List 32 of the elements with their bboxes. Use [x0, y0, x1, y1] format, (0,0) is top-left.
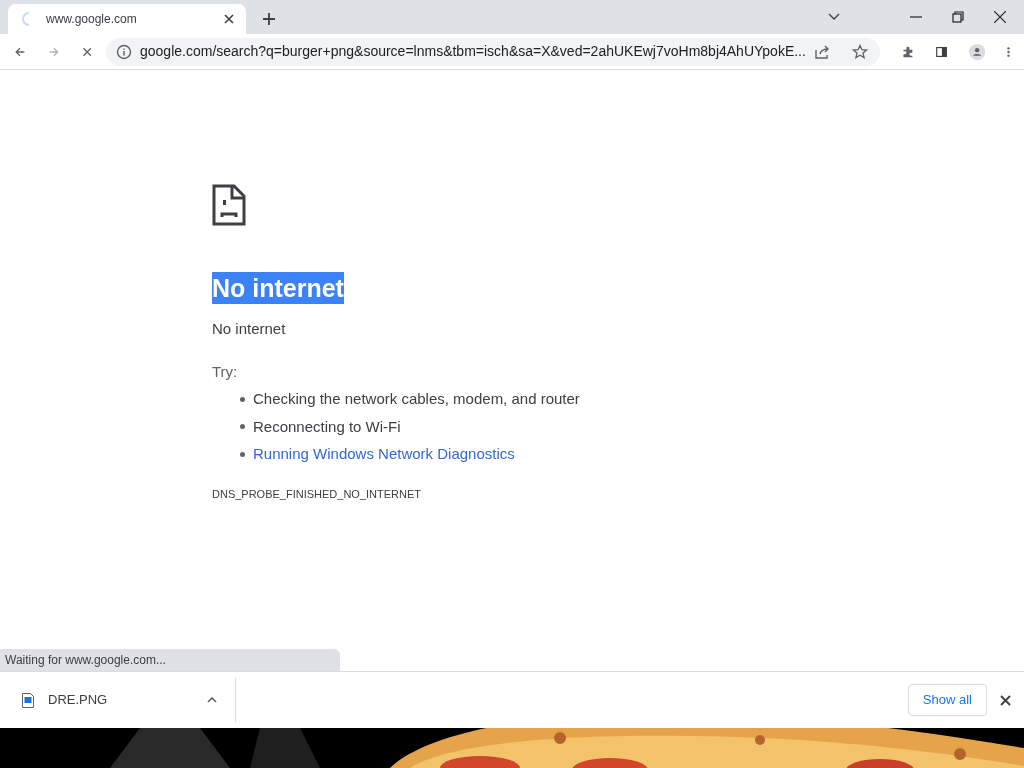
close-icon[interactable] — [1000, 694, 1011, 706]
side-panel-icon[interactable] — [935, 44, 947, 59]
close-icon[interactable] — [224, 14, 234, 24]
download-item[interactable]: DRE.PNG — [0, 678, 236, 722]
error-message: No internet — [212, 319, 286, 339]
new-tab-icon[interactable] — [262, 12, 276, 26]
close-window-icon[interactable] — [994, 11, 1006, 23]
url-text: google.com/search?q=burger+png&source=lnms&tbm=isch&sa=X&ved=2ahUKEwj7voHm8bj4AhUYpokE... — [140, 42, 806, 61]
bullet-icon — [240, 424, 245, 430]
bullet-icon — [240, 396, 245, 402]
address-bar[interactable]: google.com/search?q=burger+png&source=lnms&tbm=isch&sa=X&ved=2ahUKEwj7voHm8bj4AhUYpokE... — [106, 37, 880, 66]
caret-up-icon[interactable] — [207, 697, 217, 703]
show-all-button[interactable]: Show all — [907, 684, 987, 716]
restore-icon[interactable] — [952, 11, 964, 23]
file-name: DRE.PNG — [48, 691, 109, 710]
chevron-down-icon[interactable] — [828, 13, 840, 21]
star-icon[interactable] — [851, 43, 868, 60]
error-heading: No internet — [212, 272, 344, 304]
bullet-icon — [240, 451, 245, 457]
share-icon[interactable] — [813, 43, 830, 60]
image-file-icon — [22, 692, 34, 708]
menu-icon[interactable] — [1007, 44, 1010, 59]
suggestion-text: Reconnecting to Wi-Fi — [253, 416, 401, 437]
browser-tab[interactable]: www.google.com — [8, 4, 246, 34]
info-icon[interactable] — [116, 43, 132, 60]
try-label: Try: — [212, 361, 238, 382]
sad-page-icon — [212, 184, 246, 226]
suggestion-text: Checking the network cables, modem, and router — [253, 389, 580, 409]
tab-title: www.google.com — [46, 11, 138, 28]
status-bubble: Waiting for www.google.com... — [0, 649, 340, 671]
diagnostics-link[interactable]: Running Windows Network Diagnostics — [253, 443, 515, 466]
error-code: DNS_PROBE_FINISHED_NO_INTERNET — [212, 486, 422, 502]
